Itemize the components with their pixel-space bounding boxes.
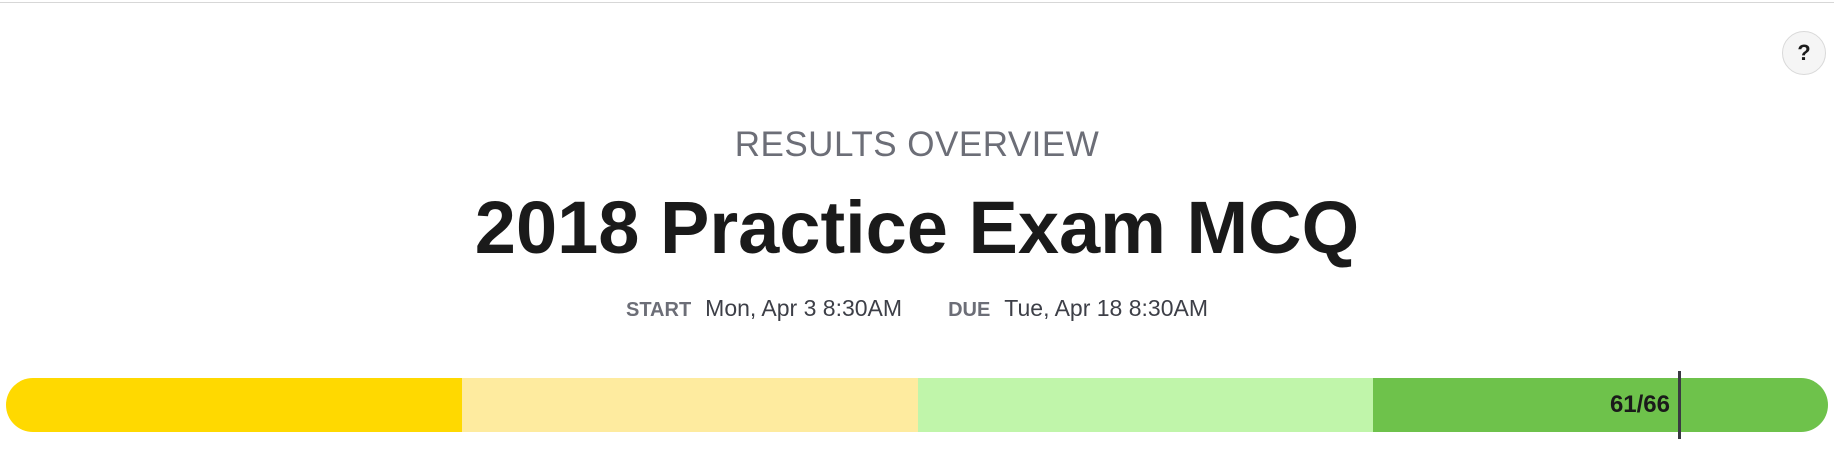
results-overview-page: ? RESULTS OVERVIEW 2018 Practice Exam MC… (0, 0, 1834, 469)
results-overview-label: RESULTS OVERVIEW (734, 125, 1100, 164)
help-icon: ? (1797, 40, 1811, 65)
score-segment-1 (6, 378, 462, 432)
help-button[interactable]: ? (1782, 31, 1826, 75)
start-date-group: START Mon, Apr 3 8:30AM (626, 293, 902, 325)
due-value: Tue, Apr 18 8:30AM (1004, 295, 1209, 321)
page-title: 2018 Practice Exam MCQ (474, 186, 1360, 269)
start-value: Mon, Apr 3 8:30AM (705, 295, 903, 321)
score-bar (6, 378, 1828, 432)
top-divider (0, 2, 1834, 3)
start-label: START (625, 299, 692, 321)
score-segment-2 (462, 378, 918, 432)
dates-row: START Mon, Apr 3 8:30AM DUE Tue, Apr 18 … (0, 293, 1834, 325)
score-segment-3 (918, 378, 1373, 432)
due-label: DUE (948, 299, 991, 321)
score-marker (1678, 371, 1681, 439)
score-text: 61/66 (1609, 391, 1670, 418)
due-date-group: DUE Tue, Apr 18 8:30AM (948, 293, 1208, 325)
